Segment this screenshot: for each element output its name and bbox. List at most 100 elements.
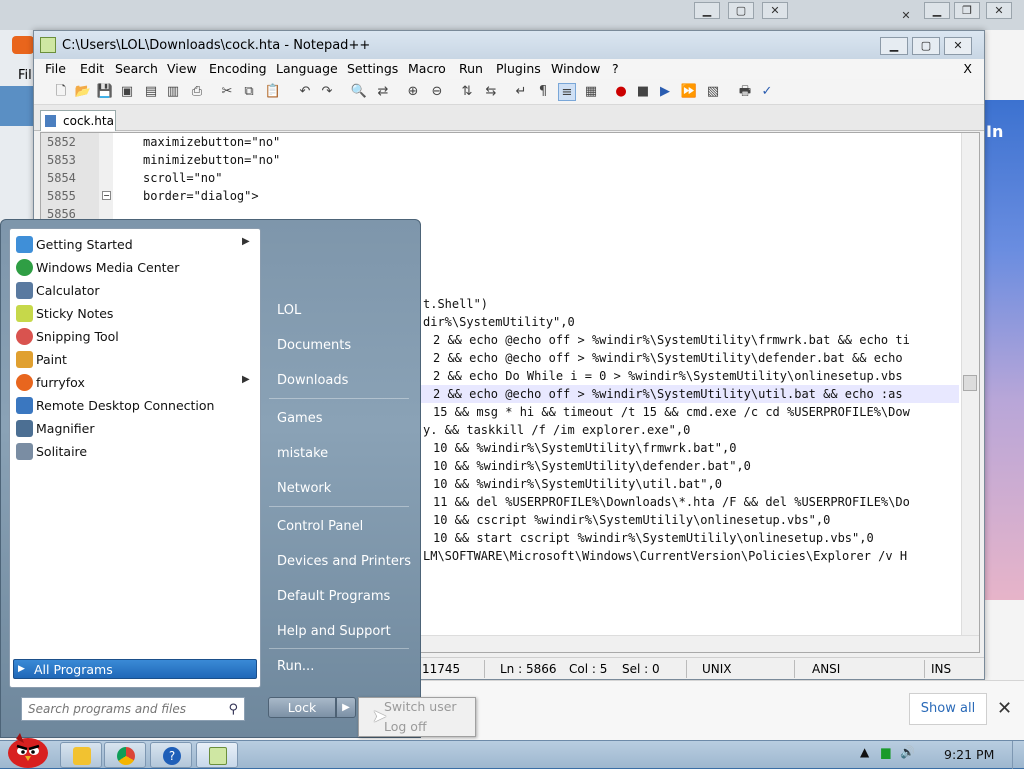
program-furryfox[interactable]: furryfox ▶: [14, 371, 254, 394]
browser-minimize-button[interactable]: ▁: [924, 2, 950, 19]
start-item-help-and-support[interactable]: Help and Support: [277, 624, 391, 639]
browser-restore-button[interactable]: ❐: [954, 2, 980, 19]
menu-close-document[interactable]: X: [963, 61, 972, 76]
show-all-button[interactable]: Show all: [909, 693, 987, 725]
close-all-icon[interactable]: ▥: [164, 83, 182, 101]
all-programs-button[interactable]: ▶ All Programs: [13, 659, 257, 679]
start-item-default-programs[interactable]: Default Programs: [277, 589, 390, 604]
media-center-icon: [16, 259, 33, 276]
show-desktop-button[interactable]: [1012, 741, 1024, 769]
taskbar-explorer-button[interactable]: [60, 742, 102, 768]
cut-icon[interactable]: ✂: [218, 83, 236, 101]
background-maximize-button[interactable]: ▢: [728, 2, 754, 19]
user-language-icon[interactable]: ▦: [582, 83, 600, 101]
title-bar[interactable]: C:\Users\LOL\Downloads\cock.hta - Notepa…: [34, 31, 984, 59]
indent-guide-icon[interactable]: ≡: [558, 83, 576, 101]
new-file-icon[interactable]: 🗋: [52, 83, 70, 101]
menu-search[interactable]: Search: [115, 61, 158, 76]
log-off-item[interactable]: Log off: [384, 719, 427, 734]
show-all-chars-icon[interactable]: ¶: [534, 83, 552, 101]
open-file-icon[interactable]: 📂: [74, 83, 92, 101]
maximize-button[interactable]: ▢: [912, 37, 940, 55]
sync-vertical-icon[interactable]: ⇅: [458, 83, 476, 101]
close-notification-icon[interactable]: ✕: [997, 698, 1012, 719]
menu-run[interactable]: Run: [459, 61, 483, 76]
program-calculator[interactable]: Calculator: [14, 279, 254, 302]
taskbar-notepad-button[interactable]: [196, 742, 238, 768]
volume-icon[interactable]: 🔊: [900, 745, 915, 759]
program-label: Snipping Tool: [36, 329, 119, 344]
stop-macro-icon[interactable]: ■: [634, 83, 652, 101]
menu-window[interactable]: Window: [551, 61, 600, 76]
close-file-icon[interactable]: ▤: [142, 83, 160, 101]
paste-icon[interactable]: 📋: [264, 83, 282, 101]
taskbar-help-button[interactable]: ?: [150, 742, 192, 768]
program-remote-desktop-connection[interactable]: Remote Desktop Connection: [14, 394, 254, 417]
menu-encoding[interactable]: Encoding: [209, 61, 267, 76]
spell-check-icon[interactable]: ✓: [758, 83, 776, 101]
show-hidden-icons[interactable]: ▲: [860, 745, 869, 759]
search-icon[interactable]: ⚲: [228, 702, 238, 717]
shutdown-options-arrow-icon[interactable]: ▶: [336, 697, 356, 718]
menu-settings[interactable]: Settings: [347, 61, 398, 76]
word-wrap-icon[interactable]: ↵: [512, 83, 530, 101]
zoom-in-icon[interactable]: ⊕: [404, 83, 422, 101]
find-icon[interactable]: 🔍: [350, 83, 368, 101]
background-right-label[interactable]: In: [986, 122, 1003, 141]
start-item-games[interactable]: Games: [277, 411, 322, 426]
taskbar-chrome-button[interactable]: [104, 742, 146, 768]
save-all-icon[interactable]: ▣: [118, 83, 136, 101]
start-item-network[interactable]: Network: [277, 481, 331, 496]
start-item-documents[interactable]: Documents: [277, 338, 351, 353]
replace-icon[interactable]: ⇄: [374, 83, 392, 101]
start-item-lol[interactable]: LOL: [277, 303, 301, 318]
program-getting-started[interactable]: Getting Started ▶: [14, 233, 254, 256]
menu-view[interactable]: View: [167, 61, 197, 76]
start-item-control-panel[interactable]: Control Panel: [277, 519, 363, 534]
clock[interactable]: 9:21 PM: [944, 747, 994, 762]
undo-icon[interactable]: ↶: [296, 83, 314, 101]
browser-close-small-icon[interactable]: ✕: [896, 8, 916, 25]
start-search-box[interactable]: ⚲: [21, 697, 245, 721]
menu-edit[interactable]: Edit: [80, 61, 104, 76]
launch-icon[interactable]: 🖶: [736, 83, 754, 101]
tab-cock-hta[interactable]: cock.hta: [40, 110, 116, 131]
program-sticky-notes[interactable]: Sticky Notes: [14, 302, 254, 325]
lock-button[interactable]: Lock: [268, 697, 336, 718]
save-icon[interactable]: 💾: [96, 83, 114, 101]
vertical-scroll-thumb[interactable]: [963, 375, 977, 391]
browser-close-button[interactable]: ✕: [986, 2, 1012, 19]
redo-icon[interactable]: ↷: [318, 83, 336, 101]
start-search-input[interactable]: [26, 699, 216, 719]
start-item-mistake[interactable]: mistake: [277, 446, 328, 461]
copy-icon[interactable]: ⧉: [240, 83, 258, 101]
menu-macro[interactable]: Macro: [408, 61, 446, 76]
program-windows-media-center[interactable]: Windows Media Center: [14, 256, 254, 279]
program-paint[interactable]: Paint: [14, 348, 254, 371]
minimize-button[interactable]: ▁: [880, 37, 908, 55]
print-icon[interactable]: ⎙: [188, 83, 206, 101]
close-button[interactable]: ✕: [944, 37, 972, 55]
background-menu-label[interactable]: Fil: [18, 68, 32, 83]
network-icon[interactable]: ▆: [881, 745, 890, 759]
menu-help[interactable]: ?: [612, 61, 619, 76]
start-item-devices-and-printers[interactable]: Devices and Printers: [277, 554, 411, 569]
start-orb-angry-bird-icon[interactable]: [2, 727, 54, 769]
run-macro-multiple-icon[interactable]: ⏩: [680, 83, 698, 101]
start-item-downloads[interactable]: Downloads: [277, 373, 348, 388]
program-snipping-tool[interactable]: Snipping Tool: [14, 325, 254, 348]
menu-plugins[interactable]: Plugins: [496, 61, 541, 76]
start-item-run[interactable]: Run...: [277, 659, 314, 674]
menu-file[interactable]: File: [45, 61, 66, 76]
zoom-out-icon[interactable]: ⊖: [428, 83, 446, 101]
save-macro-icon[interactable]: ▧: [704, 83, 722, 101]
background-close-button[interactable]: ✕: [762, 2, 788, 19]
program-magnifier[interactable]: Magnifier: [14, 417, 254, 440]
program-solitaire[interactable]: Solitaire: [14, 440, 254, 463]
sync-horizontal-icon[interactable]: ⇆: [482, 83, 500, 101]
play-macro-icon[interactable]: ▶: [656, 83, 674, 101]
menu-language[interactable]: Language: [276, 61, 338, 76]
background-minimize-button[interactable]: ▁: [694, 2, 720, 19]
switch-user-item[interactable]: Switch user: [384, 699, 457, 714]
record-macro-icon[interactable]: ●: [612, 83, 630, 101]
